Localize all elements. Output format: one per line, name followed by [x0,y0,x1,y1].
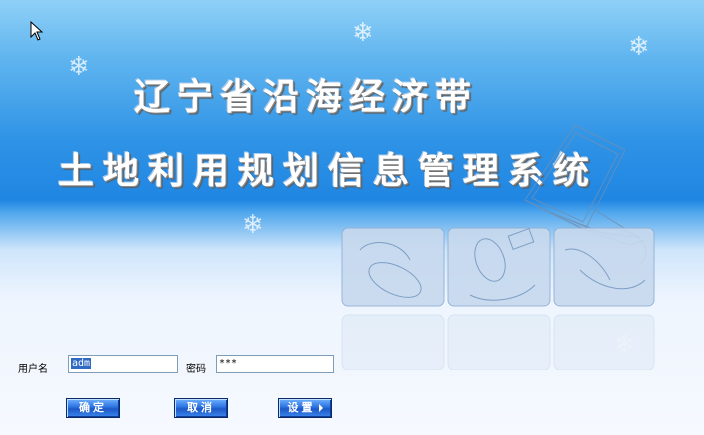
password-label: 密码 [186,364,206,375]
username-label: 用户名 [18,364,48,375]
password-value: *** [219,358,238,369]
settings-button-label: 设置 [287,401,316,414]
cancel-button-label: 取消 [187,401,215,414]
snowflake-icon: ❄ [628,32,650,62]
app-title-line1: 辽宁省沿海经济带 [134,77,479,118]
password-input[interactable]: *** [216,355,334,373]
hardware-illustration [341,124,655,370]
chevron-right-icon [318,404,323,412]
username-input[interactable]: adm [68,355,178,373]
cancel-button[interactable]: 取消 [174,398,228,418]
cursor-arrow-icon [30,21,44,41]
snowflake-icon: ❄ [242,210,264,240]
username-value: adm [71,358,92,369]
snowflake-icon: ❄ [68,52,90,82]
settings-button[interactable]: 设置 [278,398,332,418]
ok-button[interactable]: 确定 [66,398,120,418]
ok-button-label: 确定 [79,401,107,414]
snowflake-icon: ❄ [352,18,374,48]
